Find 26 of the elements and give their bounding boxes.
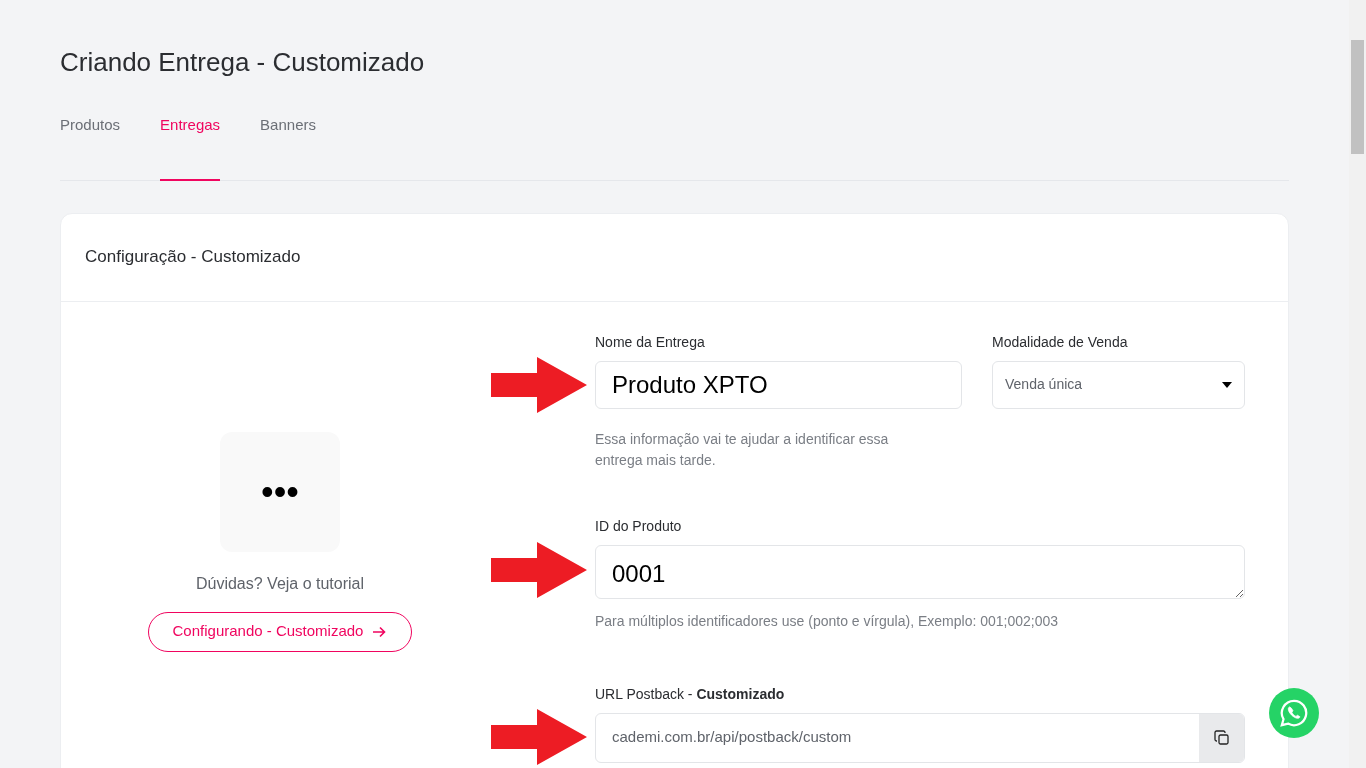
- tab[interactable]: Produtos: [60, 106, 121, 181]
- scrollbar[interactable]: [1349, 0, 1366, 768]
- input-field[interactable]: Produto XPTO: [595, 360, 962, 409]
- field-label: ID do Produto: [595, 516, 683, 536]
- help-text: Essa informação vai te ajudar a identificar essa entrega mais tarde.: [595, 429, 890, 470]
- caret-icon: [1222, 381, 1232, 388]
- whatsapp-button[interactable]: [1269, 688, 1319, 738]
- copy-icon: [1213, 729, 1230, 746]
- arrow-icon: [491, 708, 587, 765]
- url-field[interactable]: cademi.com.br/api/postback/custom: [595, 712, 1245, 763]
- arrow-icon: [491, 356, 587, 413]
- field-label: Nome da Entrega: [595, 332, 706, 352]
- tab[interactable]: Banners: [260, 106, 316, 181]
- tab[interactable]: Entregas: [160, 106, 221, 181]
- help-text: Para múltiplos identificadores use (ponto e vírgula), Exemplo: 001;002;003: [595, 611, 1060, 631]
- field-label: URL Postback - Customizado: [595, 684, 786, 704]
- whatsapp-icon: [1279, 698, 1309, 728]
- arrow-icon: [491, 541, 587, 598]
- copy-button[interactable]: [1199, 713, 1244, 762]
- field-label: Modalidade de Venda: [992, 332, 1128, 352]
- select-field[interactable]: Venda única: [992, 360, 1245, 409]
- page-title: Criando Entrega - Customizado: [60, 46, 426, 79]
- input-field[interactable]: 0001: [595, 544, 1245, 599]
- card-title: Configuração - Customizado: [85, 246, 301, 269]
- more-icon: •••: [261, 473, 299, 510]
- tutorial-caption: Dúvidas? Veja o tutorial: [195, 573, 365, 594]
